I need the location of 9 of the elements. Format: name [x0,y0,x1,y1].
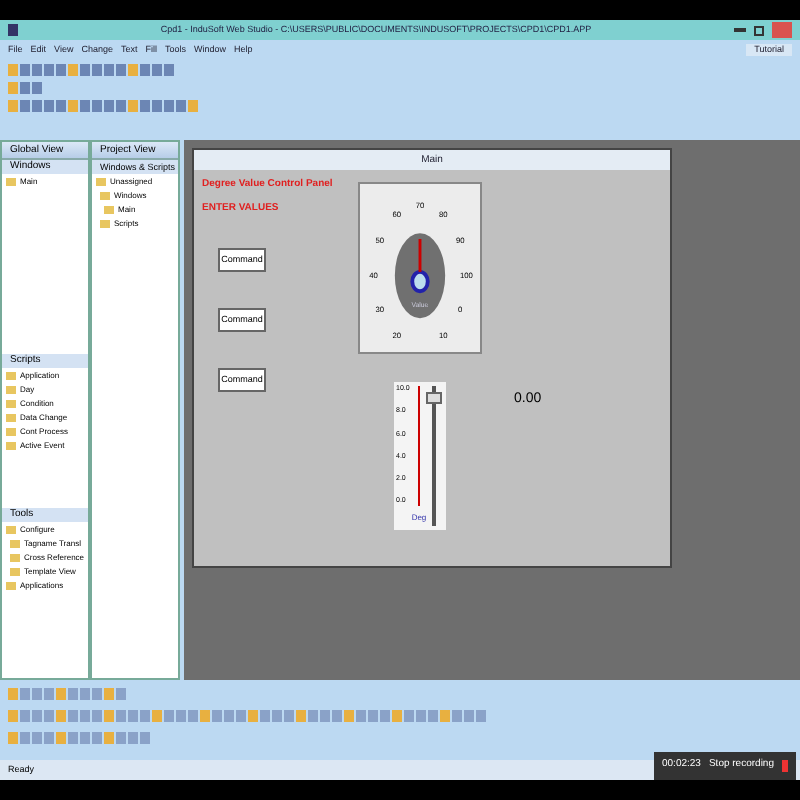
maximize-button[interactable] [754,25,764,35]
thermometer-column [415,386,422,506]
minimize-button[interactable] [734,28,746,32]
folder-icon [6,177,16,185]
slider-thumb[interactable] [426,392,443,405]
close-button[interactable] [772,22,792,38]
record-icon [782,760,788,772]
app-icon [8,24,18,36]
dial-gauge [394,233,446,319]
